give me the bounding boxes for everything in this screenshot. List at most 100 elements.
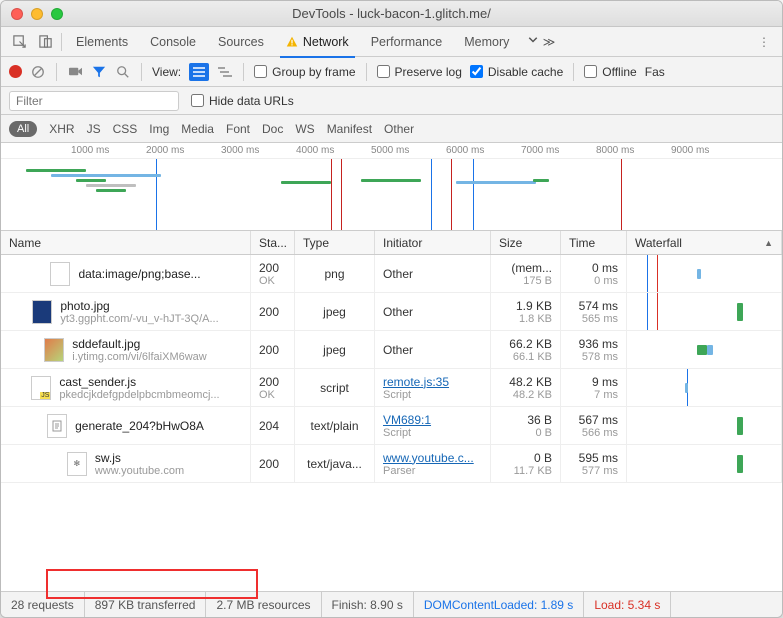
window-title: DevTools - luck-bacon-1.glitch.me/ (11, 6, 772, 21)
time-latency: 7 ms (594, 389, 618, 401)
resource-size: 1.8 KB (519, 313, 552, 325)
tab-sources[interactable]: Sources (208, 27, 274, 57)
table-row[interactable]: data:image/png;base...200OKpngOther(mem.… (1, 255, 782, 293)
tick-label: 9000 ms (671, 145, 709, 156)
filter-doc[interactable]: Doc (262, 122, 283, 136)
tab-performance[interactable]: Performance (361, 27, 453, 57)
time-latency: 578 ms (582, 351, 618, 363)
filter-all[interactable]: All (9, 121, 37, 137)
tick-label: 7000 ms (521, 145, 559, 156)
status-requests: 28 requests (1, 592, 85, 617)
col-time[interactable]: Time (561, 231, 627, 254)
tab-elements[interactable]: Elements (66, 27, 138, 57)
table-row[interactable]: generate_204?bHwO8A204text/plainVM689:1S… (1, 407, 782, 445)
view-label: View: (152, 65, 181, 79)
initiator-type: Parser (383, 465, 482, 477)
col-type[interactable]: Type (295, 231, 375, 254)
waterfall-view-button[interactable] (217, 64, 233, 80)
time-latency: 565 ms (582, 313, 618, 325)
status-code: 200 (259, 375, 286, 389)
settings-kebab-icon[interactable]: ⋮ (752, 31, 776, 53)
minimize-window-button[interactable] (31, 8, 43, 20)
requests-table: Name Sta... Type Initiator Size Time Wat… (1, 231, 782, 591)
file-icon (50, 262, 70, 286)
inspect-icon[interactable] (7, 31, 31, 53)
filter-img[interactable]: Img (149, 122, 169, 136)
large-rows-button[interactable] (189, 63, 209, 81)
time-total: 9 ms (592, 375, 618, 389)
col-size[interactable]: Size (491, 231, 561, 254)
waterfall-cell (627, 369, 782, 406)
status-code: 200 (259, 343, 286, 357)
request-name: photo.jpg (60, 299, 218, 313)
overview-timeline[interactable]: 1000 ms 2000 ms 3000 ms 4000 ms 5000 ms … (1, 143, 782, 231)
clear-icon[interactable] (30, 64, 46, 80)
request-name: generate_204?bHwO8A (75, 419, 204, 433)
time-total: 574 ms (579, 299, 618, 313)
transfer-size: (mem... (511, 261, 552, 275)
tab-memory[interactable]: Memory (454, 27, 519, 57)
status-dcl: DOMContentLoaded: 1.89 s (414, 592, 584, 617)
preserve-log-checkbox[interactable]: Preserve log (377, 65, 462, 79)
initiator-link[interactable]: www.youtube.c... (383, 451, 482, 465)
script-file-icon (31, 376, 51, 400)
filter-js[interactable]: JS (87, 122, 101, 136)
filter-input[interactable] (9, 91, 179, 111)
zoom-window-button[interactable] (51, 8, 63, 20)
table-row[interactable]: sddefault.jpgi.ytimg.com/vi/6lfaiXM6waw2… (1, 331, 782, 369)
titlebar: DevTools - luck-bacon-1.glitch.me/ (1, 1, 782, 27)
status-transferred: 897 KB transferred (85, 592, 207, 617)
separator (573, 63, 574, 81)
window-controls (11, 8, 63, 20)
filter-css[interactable]: CSS (113, 122, 138, 136)
hide-data-urls-checkbox[interactable]: Hide data URLs (191, 94, 294, 108)
more-tabs-button[interactable]: ≫ (527, 34, 555, 49)
camera-icon[interactable] (67, 64, 83, 80)
offline-checkbox[interactable]: Offline (584, 65, 636, 79)
filter-xhr[interactable]: XHR (49, 122, 74, 136)
filter-font[interactable]: Font (226, 122, 250, 136)
status-bar: 28 requests 897 KB transferred 2.7 MB re… (1, 591, 782, 617)
request-domain: yt3.ggpht.com/-vu_v-hJT-3Q/A... (60, 313, 218, 325)
request-name: cast_sender.js (59, 375, 219, 389)
initiator-link: Other (383, 305, 482, 319)
tab-network[interactable]: Network (276, 27, 359, 57)
table-row[interactable]: photo.jpgyt3.ggpht.com/-vu_v-hJT-3Q/A...… (1, 293, 782, 331)
table-header: Name Sta... Type Initiator Size Time Wat… (1, 231, 782, 255)
throttling-label[interactable]: Fas (645, 65, 665, 79)
initiator-link[interactable]: VM689:1 (383, 413, 482, 427)
time-total: 595 ms (579, 451, 618, 465)
close-window-button[interactable] (11, 8, 23, 20)
filter-ws[interactable]: WS (295, 122, 314, 136)
tick-label: 3000 ms (221, 145, 259, 156)
record-button[interactable] (9, 65, 22, 78)
col-initiator[interactable]: Initiator (375, 231, 491, 254)
col-waterfall[interactable]: Waterfall▲ (627, 231, 782, 254)
initiator-link[interactable]: remote.js:35 (383, 375, 482, 389)
resource-type: script (320, 381, 349, 395)
group-by-frame-checkbox[interactable]: Group by frame (254, 65, 355, 79)
col-name[interactable]: Name (1, 231, 251, 254)
disable-cache-checkbox[interactable]: Disable cache (470, 65, 563, 79)
waterfall-cell (627, 331, 782, 368)
col-status[interactable]: Sta... (251, 231, 295, 254)
filter-manifest[interactable]: Manifest (327, 122, 372, 136)
resource-size: 48.2 KB (513, 389, 552, 401)
device-mode-icon[interactable] (33, 31, 57, 53)
search-icon[interactable] (115, 64, 131, 80)
table-row[interactable]: ✻sw.jswww.youtube.com200text/java...www.… (1, 445, 782, 483)
status-code: 200 (259, 305, 286, 319)
time-latency: 0 ms (594, 275, 618, 287)
transfer-size: 1.9 KB (516, 299, 552, 313)
filter-bar: Hide data URLs (1, 87, 782, 115)
waterfall-cell (627, 445, 782, 482)
filter-media[interactable]: Media (181, 122, 214, 136)
waterfall-cell (627, 255, 782, 292)
status-finish: Finish: 8.90 s (322, 592, 414, 617)
filter-icon[interactable] (91, 64, 107, 80)
tab-console[interactable]: Console (140, 27, 206, 57)
filter-other[interactable]: Other (384, 122, 414, 136)
table-row[interactable]: cast_sender.jspkedcjkdefgpdelpbcmbmeomcj… (1, 369, 782, 407)
marker (621, 159, 622, 230)
resource-size: 11.7 KB (514, 465, 552, 477)
